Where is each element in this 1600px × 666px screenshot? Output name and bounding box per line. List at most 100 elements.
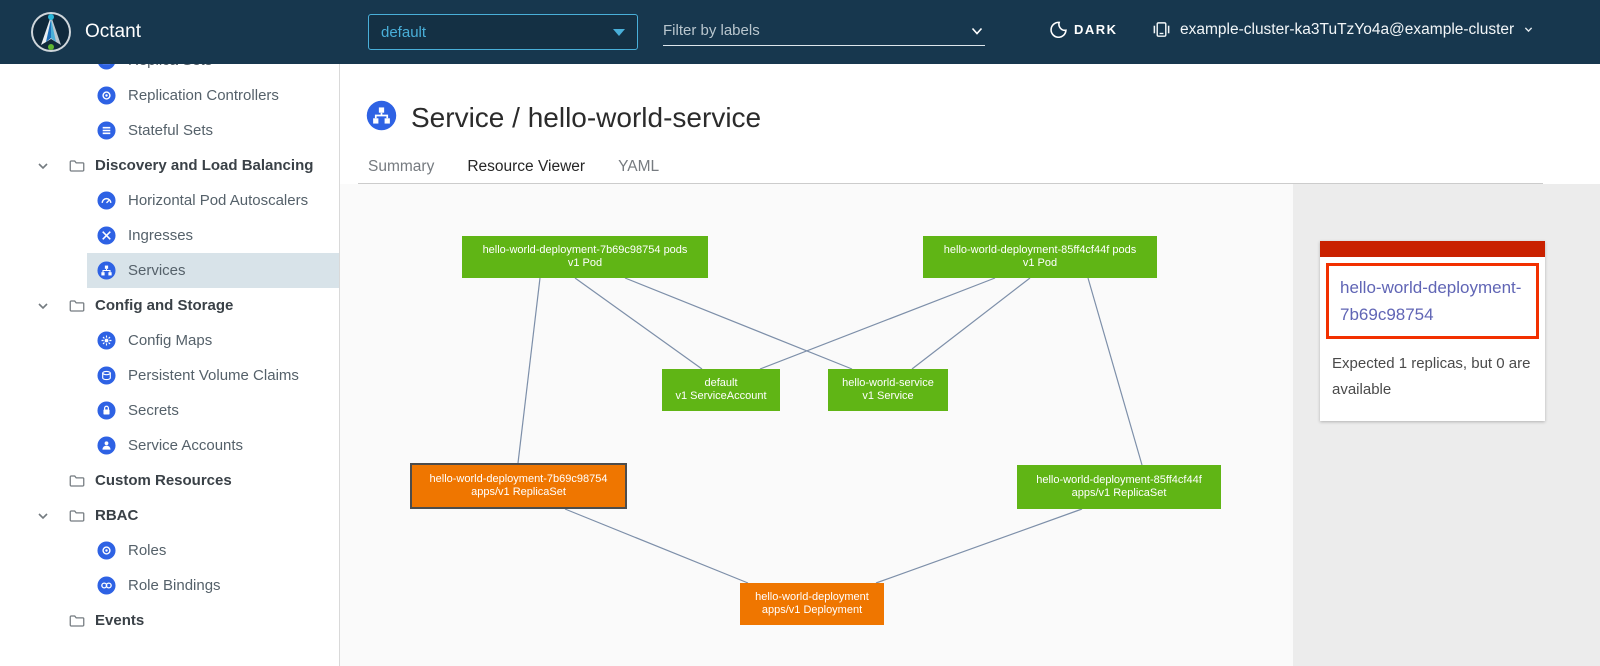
graph-node-pods-7b69[interactable]: hello-world-deployment-7b69c98754 podsv1… — [462, 236, 708, 278]
node-kind-label: apps/v1 Deployment — [762, 604, 862, 618]
graph-node-rs-7b69[interactable]: hello-world-deployment-7b69c98754apps/v1… — [410, 463, 627, 509]
roles-icon — [97, 541, 116, 560]
sidebar-item-label: Horizontal Pod Autoscalers — [128, 192, 308, 209]
cluster-icon — [1152, 20, 1171, 39]
node-kind-label: v1 ServiceAccount — [675, 390, 766, 404]
node-name-label: hello-world-deployment — [755, 591, 869, 605]
alert-link-box: hello-world-deployment-7b69c98754 — [1326, 263, 1539, 339]
sidebar-item-label: Replica Sets — [128, 64, 212, 69]
ingresses-icon — [97, 226, 116, 245]
sidebar-item-label: Config Maps — [128, 332, 212, 349]
sidebar-item-secrets[interactable]: Secrets — [0, 393, 339, 428]
alert-body: hello-world-deployment-7b69c98754 Expect… — [1320, 257, 1545, 421]
graph-node-rs-85ff[interactable]: hello-world-deployment-85ff4cf44fapps/v1… — [1017, 465, 1221, 509]
sidebar-item-label: Service Accounts — [128, 437, 243, 454]
node-kind-label: v1 Service — [862, 390, 913, 404]
chevron-down-icon[interactable] — [36, 509, 50, 523]
sidebar-nav-container: Replica Sets Replication Controllers State… — [0, 64, 340, 666]
config-maps-icon — [97, 331, 116, 350]
sidebar-item-label: Config and Storage — [95, 297, 233, 314]
sidebar-item-roles[interactable]: Roles — [0, 533, 339, 568]
sidebar-item-label: Secrets — [128, 402, 179, 419]
sidebar-item-service-accounts[interactable]: Service Accounts — [0, 428, 339, 463]
sidebar-item-label: Services — [128, 262, 186, 279]
app-title: Octant — [85, 21, 141, 43]
node-name-label: hello-world-service — [842, 377, 934, 391]
services-icon — [97, 261, 116, 280]
stateful-sets-icon — [97, 121, 116, 140]
cluster-context-selector[interactable]: example-cluster-ka3TuTzYo4a@example-clus… — [1152, 20, 1534, 39]
sidebar-item-stateful-sets[interactable]: Stateful Sets — [0, 113, 339, 148]
service-accounts-icon — [97, 436, 116, 455]
chevron-down-icon — [1523, 24, 1534, 35]
sidebar-item-replication-controllers[interactable]: Replication Controllers — [0, 78, 339, 113]
node-kind-label: v1 Pod — [568, 257, 602, 271]
graph-node-deploy-hello-world[interactable]: hello-world-deploymentapps/v1 Deployment — [740, 583, 884, 625]
graph-node-svc-hello-world[interactable]: hello-world-servicev1 Service — [828, 369, 948, 411]
sidebar-item-label: Role Bindings — [128, 577, 221, 594]
main-content: Service / hello-world-service SummaryRes… — [340, 64, 1600, 666]
folder-icon — [68, 297, 86, 315]
app-header: Octant default DARK example-cluster-ka3T… — [0, 0, 1600, 64]
node-name-label: hello-world-deployment-7b69c98754 pods — [483, 244, 688, 258]
dark-mode-toggle[interactable]: DARK — [1050, 21, 1118, 38]
node-name-label: hello-world-deployment-85ff4cf44f — [1036, 474, 1202, 488]
sidebar-item-label: Ingresses — [128, 227, 193, 244]
folder-icon — [68, 472, 86, 490]
hpa-icon — [97, 191, 116, 210]
detail-panel: hello-world-deployment-7b69c98754 Expect… — [1293, 184, 1600, 666]
sidebar-nav: Replica Sets Replication Controllers State… — [0, 64, 339, 638]
replicaset-link[interactable]: hello-world-deployment-7b69c98754 — [1340, 274, 1525, 328]
sidebar-item-config-and-storage[interactable]: Config and Storage — [0, 288, 339, 323]
sidebar-item-config-maps[interactable]: Config Maps — [0, 323, 339, 358]
sidebar-item-label: Roles — [128, 542, 166, 559]
replica-sets-icon — [97, 64, 116, 70]
sidebar-item-label: Replication Controllers — [128, 87, 279, 104]
sidebar-item-label: Stateful Sets — [128, 122, 213, 139]
namespace-dropdown[interactable]: default — [368, 14, 638, 50]
octant-logo-icon — [30, 11, 72, 53]
namespace-dropdown-value: default — [381, 24, 426, 41]
sidebar-item-replica-sets[interactable]: Replica Sets — [0, 64, 339, 78]
sidebar-item-label: Discovery and Load Balancing — [95, 157, 313, 174]
sidebar-item-role-bindings[interactable]: Role Bindings — [0, 568, 339, 603]
node-name-label: hello-world-deployment-7b69c98754 — [430, 473, 608, 487]
label-filter-input[interactable] — [663, 22, 969, 39]
folder-icon — [68, 612, 86, 630]
alert-status-bar — [1320, 241, 1545, 257]
graph-node-pods-85ff[interactable]: hello-world-deployment-85ff4cf44f podsv1… — [923, 236, 1157, 278]
secrets-icon — [97, 401, 116, 420]
node-kind-label: v1 Pod — [1023, 257, 1057, 271]
sidebar-item-persistent-volume-claims[interactable]: Persistent Volume Claims — [0, 358, 339, 393]
dark-mode-label: DARK — [1074, 22, 1118, 37]
alert-message: Expected 1 replicas, but 0 are available — [1326, 339, 1539, 411]
node-kind-label: apps/v1 ReplicaSet — [1072, 487, 1167, 501]
sidebar-item-services[interactable]: Services — [87, 253, 339, 288]
chevron-down-icon[interactable] — [36, 299, 50, 313]
replication-controllers-icon — [97, 86, 116, 105]
moon-icon — [1050, 21, 1067, 38]
sidebar-item-rbac[interactable]: RBAC — [0, 498, 339, 533]
chevron-down-icon[interactable] — [36, 159, 50, 173]
sidebar-item-label: RBAC — [95, 507, 138, 524]
sidebar-item-horizontal-pod-autoscalers[interactable]: Horizontal Pod Autoscalers — [0, 183, 339, 218]
sidebar-item-events[interactable]: Events — [0, 603, 339, 638]
page-header: Service / hello-world-service — [366, 100, 761, 136]
chevron-down-icon — [613, 29, 625, 36]
sidebar-item-label: Persistent Volume Claims — [128, 367, 299, 384]
chevron-down-icon[interactable] — [969, 23, 985, 39]
sidebar-item-label: Events — [95, 612, 144, 629]
pvc-icon — [97, 366, 116, 385]
resource-graph: hello-world-deployment-7b69c98754 podsv1… — [340, 184, 1293, 666]
graph-node-sa-default[interactable]: defaultv1 ServiceAccount — [662, 369, 780, 411]
node-name-label: default — [704, 377, 737, 391]
node-kind-label: apps/v1 ReplicaSet — [471, 486, 566, 500]
sidebar-item-ingresses[interactable]: Ingresses — [0, 218, 339, 253]
label-filter — [663, 16, 985, 46]
folder-icon — [68, 507, 86, 525]
role-bindings-icon — [97, 576, 116, 595]
sidebar-item-label: Custom Resources — [95, 472, 232, 489]
page-title: Service / hello-world-service — [411, 102, 761, 134]
sidebar-item-discovery-and-load-balancing[interactable]: Discovery and Load Balancing — [0, 148, 339, 183]
sidebar-item-custom-resources[interactable]: Custom Resources — [0, 463, 339, 498]
